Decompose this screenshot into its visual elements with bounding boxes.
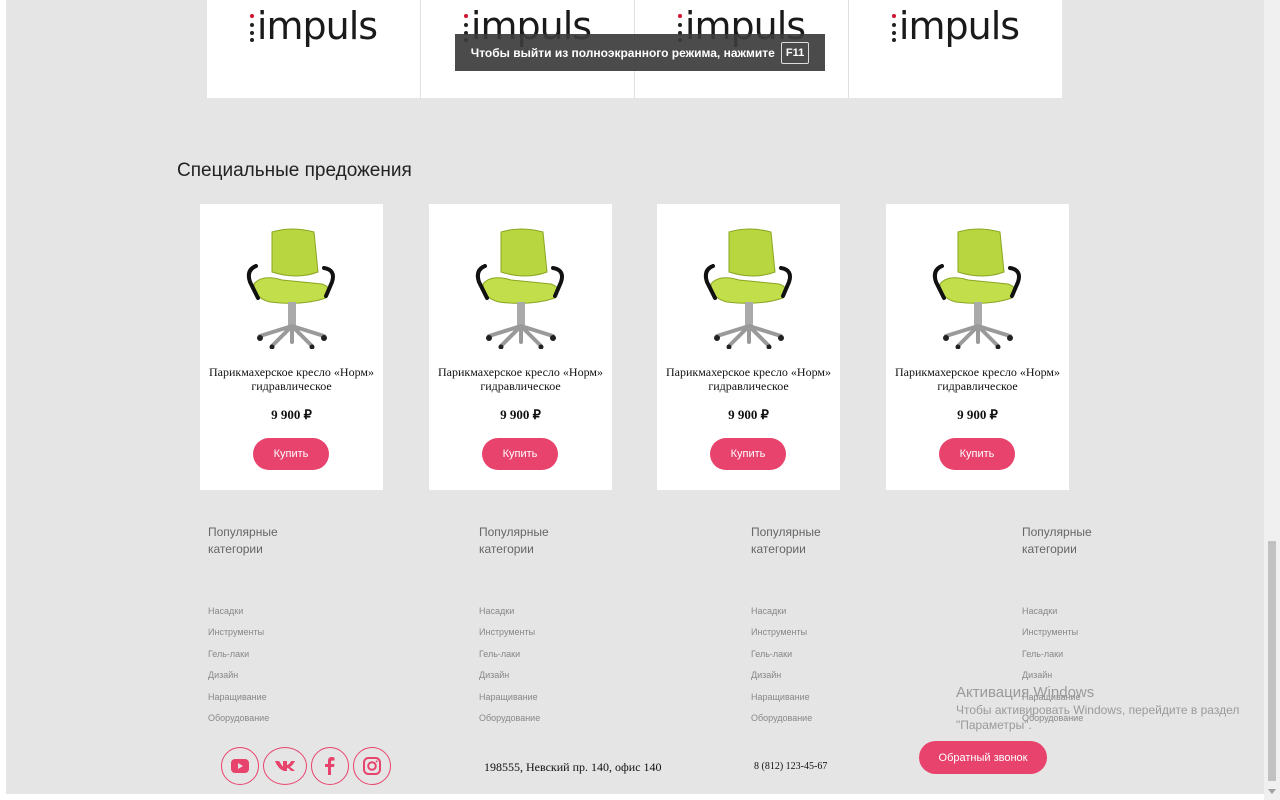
window-edge-bottom [0,794,1264,800]
footer-link[interactable]: Инструменты [1022,626,1083,647]
footer-link[interactable]: Оборудование [479,712,540,733]
scrollbar-thumb[interactable] [1268,541,1276,781]
section-title: Специальные предожения [177,160,412,181]
footer-category-column: Популярные категории Насадки Инструменты… [751,524,951,723]
footer-link-list: Насадки Инструменты Гель-лаки Дизайн Нар… [751,605,812,733]
product-title[interactable]: Парикмахерское кресло «Норм» гидравличес… [890,365,1065,393]
facebook-icon[interactable] [311,747,349,785]
scroll-down-arrow-icon[interactable] [1268,789,1276,794]
buy-button[interactable]: Купить [710,438,786,470]
company-address: 198555, Невский пр. 140, офис 140 [484,760,662,774]
footer-link[interactable]: Дизайн [208,669,269,690]
footer-column-title: Популярные категории [479,525,549,556]
instagram-icon[interactable] [353,747,391,785]
footer-link[interactable]: Наращивание [479,691,540,712]
footer-link[interactable]: Оборудование [751,712,812,733]
footer-link[interactable]: Насадки [751,605,812,626]
youtube-icon[interactable] [221,747,259,785]
company-phone[interactable]: 8 (812) 123-45-67 [754,761,827,772]
chair-image[interactable] [699,224,799,349]
footer-link-list: Насадки Инструменты Гель-лаки Дизайн Нар… [479,605,540,733]
brand-logo-text: impuls [898,4,1020,48]
footer-column-title: Популярные категории [1022,525,1092,556]
footer-link[interactable]: Гель-лаки [479,648,540,669]
footer-link[interactable]: Наращивание [751,691,812,712]
product-price: 9 900 ₽ [957,407,998,422]
footer-link[interactable]: Дизайн [479,669,540,690]
product-price: 9 900 ₽ [500,407,541,422]
toast-text: Чтобы выйти из полноэкранного режима, на… [470,45,775,60]
brand-cell[interactable]: impuls [849,0,1062,98]
footer-link[interactable]: Гель-лаки [208,648,269,669]
brand-logo-text: impuls [256,4,378,48]
footer-link[interactable]: Инструменты [208,626,269,647]
buy-button[interactable]: Купить [253,438,329,470]
product-title[interactable]: Парикмахерское кресло «Норм» гидравличес… [204,365,379,393]
product-price: 9 900 ₽ [271,407,312,422]
brand-logo: impuls [849,4,1062,48]
chair-image[interactable] [471,224,571,349]
brand-logo-mark [891,14,896,42]
footer-link[interactable]: Насадки [479,605,540,626]
buy-button[interactable]: Купить [482,438,558,470]
footer-column-title: Популярные категории [751,525,821,556]
footer-link[interactable]: Дизайн [751,669,812,690]
callback-button[interactable]: Обратный звонок [919,741,1047,774]
chair-image[interactable] [928,224,1028,349]
toast-key: F11 [780,41,810,64]
watermark-text: Чтобы активировать Windows, перейдите в … [956,703,1240,732]
footer-column-title: Популярные категории [208,525,278,556]
vk-icon[interactable] [263,747,307,785]
product-card[interactable]: Парикмахерское кресло «Норм» гидравличес… [886,204,1069,490]
product-card[interactable]: Парикмахерское кресло «Норм» гидравличес… [429,204,612,490]
footer-category-column: Популярные категории Насадки Инструменты… [479,524,679,723]
product-card[interactable]: Парикмахерское кресло «Норм» гидравличес… [200,204,383,490]
footer-link[interactable]: Оборудование [208,712,269,733]
vertical-scrollbar[interactable] [1264,0,1280,800]
buy-button[interactable]: Купить [939,438,1015,470]
footer-link-list: Насадки Инструменты Гель-лаки Дизайн Нар… [208,605,269,733]
footer-category-column: Популярные категории Насадки Инструменты… [208,524,408,723]
product-title[interactable]: Парикмахерское кресло «Норм» гидравличес… [433,365,608,393]
fullscreen-exit-toast: Чтобы выйти из полноэкранного режима, на… [455,34,825,71]
footer-link[interactable]: Гель-лаки [751,648,812,669]
social-links [221,747,391,785]
windows-activation-watermark: Активация Windows Чтобы активировать Win… [956,684,1246,733]
footer-link[interactable]: Инструменты [479,626,540,647]
footer-link[interactable]: Наращивание [208,691,269,712]
brand-cell[interactable]: impuls [207,0,421,98]
brand-logo: impuls [207,4,420,48]
product-card[interactable]: Парикмахерское кресло «Норм» гидравличес… [657,204,840,490]
footer-link[interactable]: Насадки [208,605,269,626]
footer-link[interactable]: Насадки [1022,605,1083,626]
chair-image[interactable] [242,224,342,349]
watermark-title: Активация Windows [956,684,1095,701]
product-title[interactable]: Парикмахерское кресло «Норм» гидравличес… [661,365,836,393]
page-content: impuls impuls impuls impuls Чтобы выйти … [6,0,1264,794]
product-price: 9 900 ₽ [728,407,769,422]
brand-logo-mark [249,14,254,42]
footer-link[interactable]: Инструменты [751,626,812,647]
footer-category-column: Популярные категории Насадки Инструменты… [1022,524,1222,723]
footer-link[interactable]: Гель-лаки [1022,648,1083,669]
